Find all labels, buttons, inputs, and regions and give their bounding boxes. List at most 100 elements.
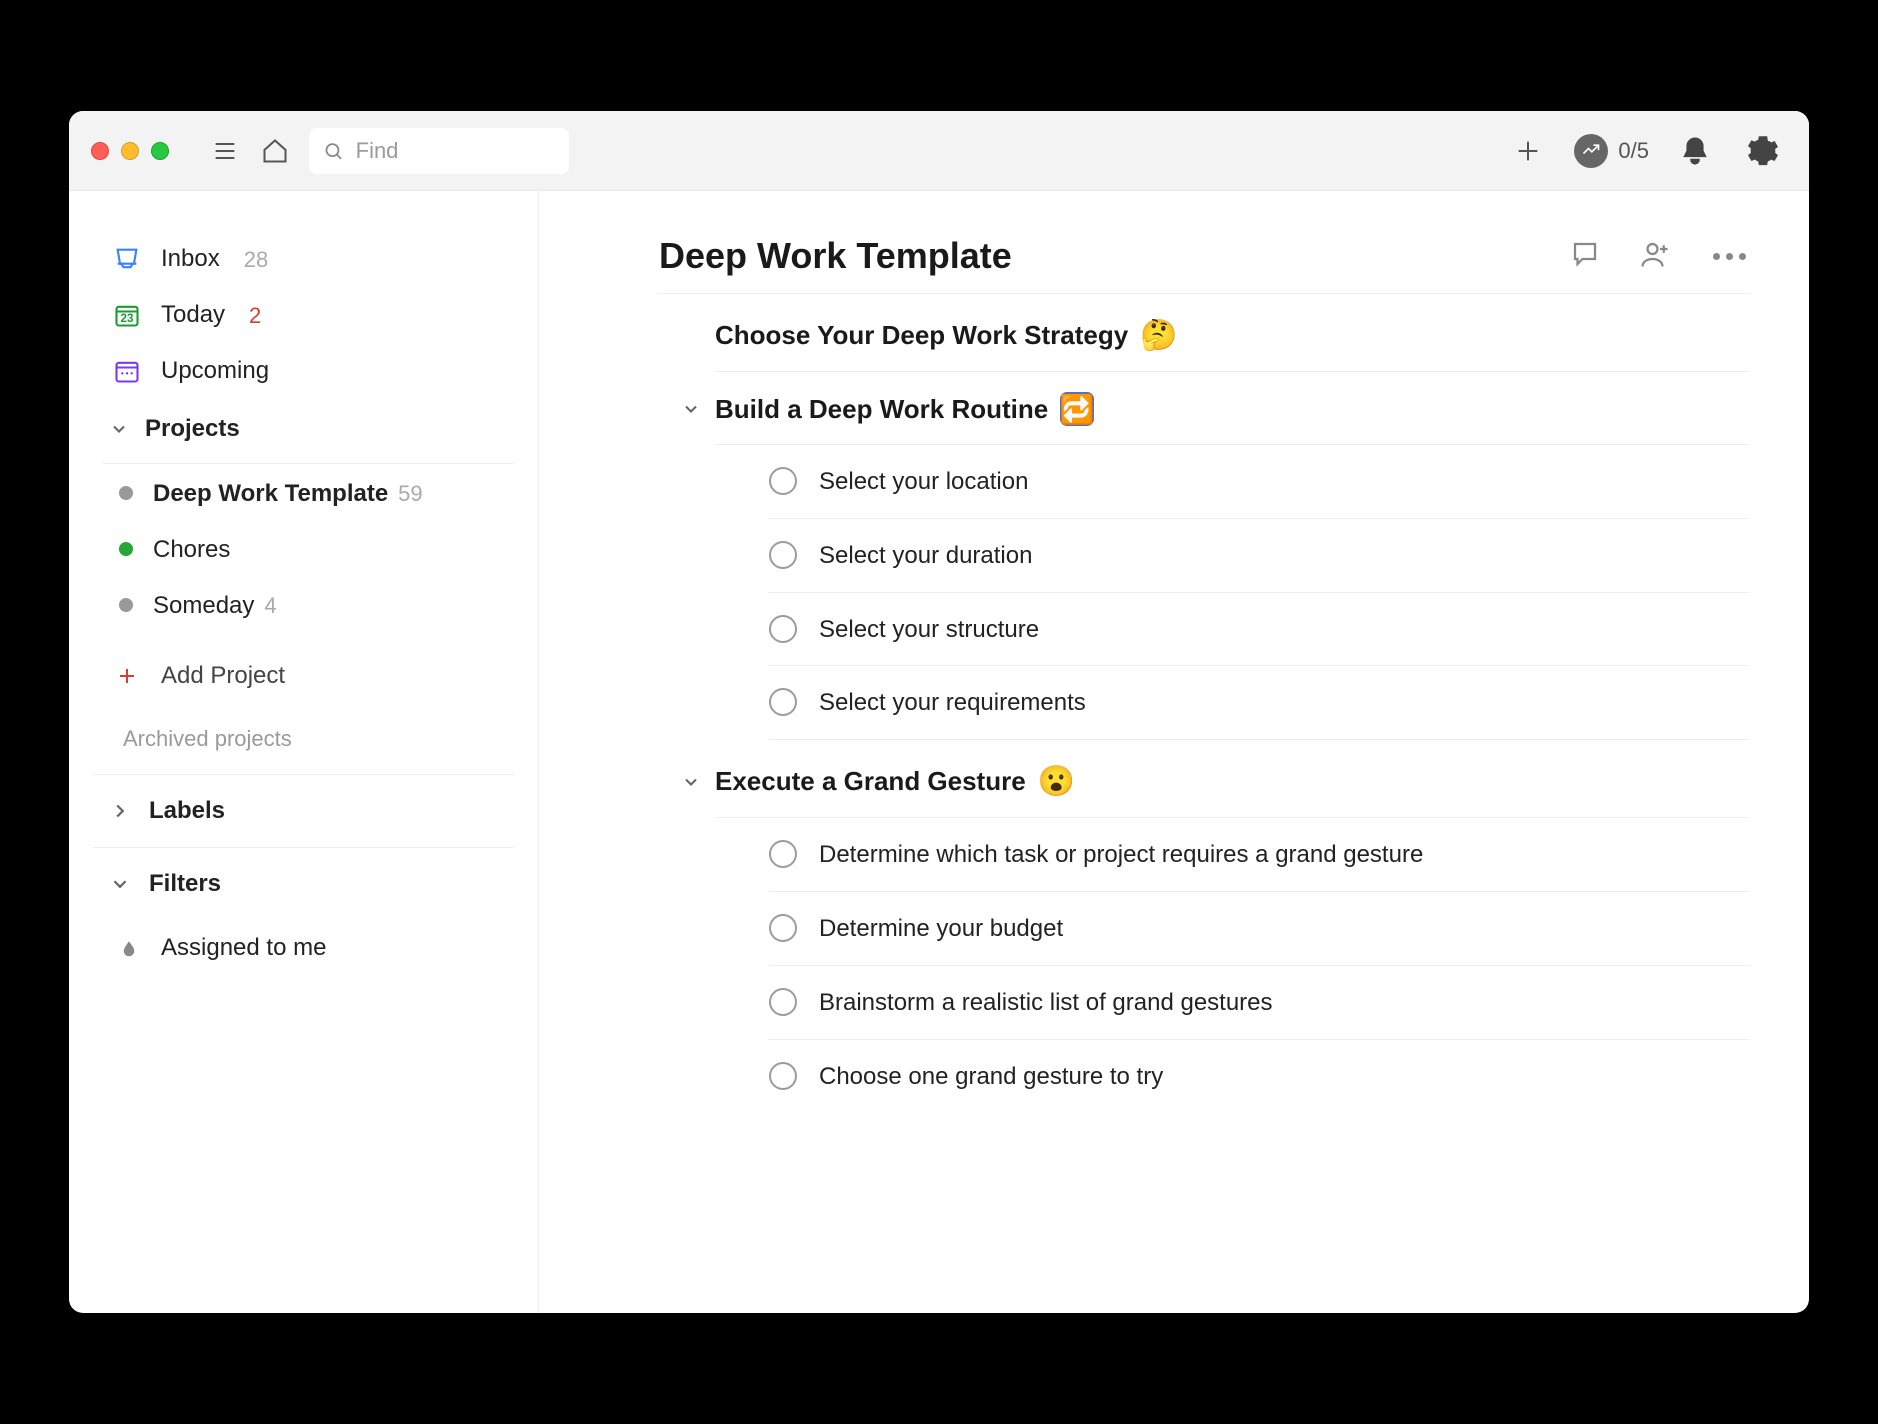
main-header-actions [1570,239,1749,274]
plus-icon [115,664,139,688]
labels-header[interactable]: Labels [69,775,538,847]
projects-header[interactable]: Projects [69,399,538,455]
filters-header-label: Filters [149,866,221,902]
task-row[interactable]: Select your requirements [769,666,1749,740]
more-options-button[interactable] [1710,247,1749,265]
home-button[interactable] [253,129,297,173]
page-title: Deep Work Template [659,235,1012,277]
close-window[interactable] [91,142,109,160]
thinking-emoji-icon: 🤔 [1140,318,1177,353]
task-checkbox[interactable] [769,688,797,716]
task-row[interactable]: Select your structure [769,593,1749,667]
divider [103,463,514,464]
bell-icon [1680,136,1710,166]
gear-icon [1748,136,1778,166]
task-row[interactable]: Select your duration [769,519,1749,593]
sidebar-project-chores[interactable]: Chores [69,522,538,578]
minimize-window[interactable] [121,142,139,160]
task-checkbox[interactable] [769,615,797,643]
sidebar-item-label: Inbox [161,241,220,277]
projects-header-label: Projects [145,415,240,443]
zoom-window[interactable] [151,142,169,160]
archived-projects-link[interactable]: Archived projects [69,704,538,774]
main-panel: Deep Work Template Choose Your Deep Work… [539,191,1809,1313]
chevron-down-icon [109,873,131,895]
inbox-icon [113,245,141,273]
project-count: 59 [398,477,422,510]
section-header[interactable]: Choose Your Deep Work Strategy 🤔 [715,298,1749,372]
project-color-dot [119,598,133,612]
section-header[interactable]: Execute a Grand Gesture 😮 [715,744,1749,818]
project-name: Deep Work Template [153,476,388,512]
sidebar-item-inbox[interactable]: Inbox 28 [69,231,538,287]
comments-button[interactable] [1570,239,1600,274]
task-label: Select your location [819,465,1028,500]
task-checkbox[interactable] [769,1062,797,1090]
settings-button[interactable] [1741,129,1785,173]
plus-icon [1514,137,1542,165]
sidebar-item-today[interactable]: 23 Today 2 [69,287,538,343]
productivity-label: 0/5 [1618,138,1649,164]
section-header[interactable]: Build a Deep Work Routine 🔁 [715,372,1749,445]
task-checkbox[interactable] [769,467,797,495]
task-row[interactable]: Select your location [769,445,1749,519]
quick-add-button[interactable] [1506,129,1550,173]
titlebar: 0/5 [69,111,1809,191]
search-icon [323,139,344,163]
main-header: Deep Work Template [659,235,1749,294]
task-checkbox[interactable] [769,840,797,868]
section-title: Build a Deep Work Routine [715,394,1048,425]
sidebar-item-count: 28 [244,243,268,276]
top-nav-right: 0/5 [1506,129,1785,173]
app-window: 0/5 Inbox 28 23 To [69,111,1809,1313]
top-nav-left [203,128,569,174]
search-box[interactable] [309,128,569,174]
sidebar-item-label: Today [161,297,225,333]
sidebar-item-count: 2 [249,299,261,332]
window-controls [91,142,169,160]
menu-button[interactable] [203,129,247,173]
project-color-dot [119,486,133,500]
task-checkbox[interactable] [769,541,797,569]
chevron-down-icon [679,772,703,792]
filter-label: Assigned to me [161,930,326,966]
task-label: Brainstorm a realistic list of grand ges… [819,986,1273,1021]
sidebar-project-deepwork[interactable]: Deep Work Template 59 [69,466,538,522]
task-row[interactable]: Determine which task or project requires… [769,818,1749,892]
search-input[interactable] [356,138,555,164]
sidebar-filter-assigned[interactable]: Assigned to me [69,920,538,976]
calendar-today-icon: 23 [113,301,141,329]
task-row[interactable]: Brainstorm a realistic list of grand ges… [769,966,1749,1040]
project-name: Someday [153,588,254,624]
productivity-button[interactable]: 0/5 [1574,134,1649,168]
home-icon [261,137,289,165]
add-project-button[interactable]: Add Project [69,648,538,704]
project-color-dot [119,542,133,556]
sidebar: Inbox 28 23 Today 2 Upcoming Projects [69,191,539,1313]
chevron-down-icon [679,399,703,419]
task-label: Determine your budget [819,912,1063,947]
task-row[interactable]: Determine your budget [769,892,1749,966]
filters-header[interactable]: Filters [69,848,538,920]
svg-text:23: 23 [121,312,134,325]
task-row[interactable]: Choose one grand gesture to try [769,1040,1749,1113]
labels-header-label: Labels [149,793,225,829]
task-label: Determine which task or project requires… [819,838,1423,873]
notifications-button[interactable] [1673,129,1717,173]
archived-projects-label: Archived projects [123,726,292,751]
menu-icon [211,137,239,165]
task-checkbox[interactable] [769,914,797,942]
add-project-label: Add Project [161,658,285,694]
sidebar-item-upcoming[interactable]: Upcoming [69,343,538,399]
share-button[interactable] [1640,239,1670,274]
task-label: Select your structure [819,613,1039,648]
sidebar-item-label: Upcoming [161,353,269,389]
water-drop-icon [113,934,141,962]
comment-icon [1570,239,1600,269]
task-label: Select your requirements [819,686,1086,721]
task-checkbox[interactable] [769,988,797,1016]
project-name: Chores [153,532,230,568]
dots-icon [1713,253,1720,260]
sidebar-project-someday[interactable]: Someday 4 [69,578,538,634]
task-label: Choose one grand gesture to try [819,1060,1163,1095]
